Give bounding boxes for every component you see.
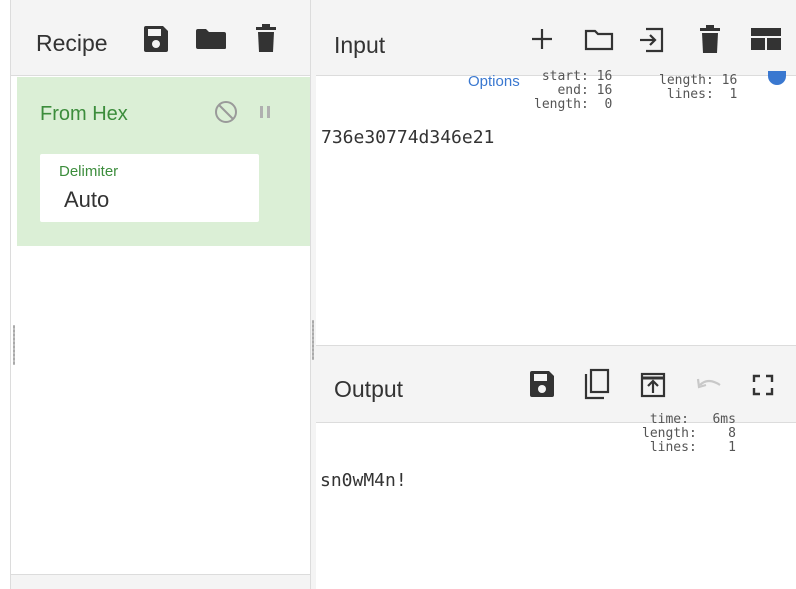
recipe-footer — [11, 574, 310, 589]
save-icon[interactable] — [529, 370, 555, 403]
trash-icon[interactable] — [255, 23, 277, 58]
folder-outline-icon[interactable] — [584, 29, 614, 56]
input-text[interactable]: 736e30774d346e21 — [321, 127, 494, 148]
trash-icon[interactable] — [699, 24, 721, 59]
recipe-title: Recipe — [36, 30, 108, 56]
from-hex-operation[interactable]: From Hex Delimiter Auto — [17, 77, 310, 246]
plus-icon[interactable] — [531, 28, 553, 55]
recipe-panel: Recipe From Hex Delimiter Auto — [11, 0, 310, 589]
pause-icon[interactable] — [257, 104, 273, 120]
recipe-header: Recipe — [11, 0, 310, 76]
input-title: Input — [334, 32, 386, 58]
layout-icon[interactable] — [750, 27, 782, 56]
delimiter-value[interactable]: Auto — [64, 187, 109, 213]
input-header: Input — [316, 0, 796, 76]
input-selection-stats: start: 16 end: 16 length: 0 — [534, 69, 613, 112]
import-icon[interactable] — [638, 27, 664, 58]
undo-icon[interactable] — [696, 375, 722, 400]
options-link[interactable]: Options — [468, 73, 520, 90]
delimiter-label: Delimiter — [59, 163, 119, 180]
copy-icon[interactable] — [583, 368, 613, 405]
vertical-splitter-dots — [312, 320, 314, 360]
info-icon[interactable] — [768, 71, 786, 85]
replace-input-icon[interactable] — [640, 372, 666, 403]
output-area[interactable]: time: 6ms length: 8 lines: 1 sn0wM4n! — [316, 413, 796, 589]
output-stats: time: 6ms length: 8 lines: 1 — [642, 412, 736, 455]
delimiter-field[interactable]: Delimiter Auto — [40, 154, 259, 222]
save-icon[interactable] — [143, 25, 169, 58]
recipe-resize-handle[interactable] — [13, 325, 15, 365]
input-area[interactable]: Options start: 16 end: 16 length: 0 leng… — [316, 70, 796, 345]
output-title: Output — [334, 376, 404, 402]
disable-icon[interactable] — [213, 99, 239, 125]
input-length-stats: length: 16 lines: 1 — [659, 73, 738, 102]
maximize-icon[interactable] — [752, 374, 774, 401]
folder-icon[interactable] — [195, 28, 227, 55]
operation-title: From Hex — [40, 103, 128, 125]
output-text[interactable]: sn0wM4n! — [320, 470, 407, 491]
